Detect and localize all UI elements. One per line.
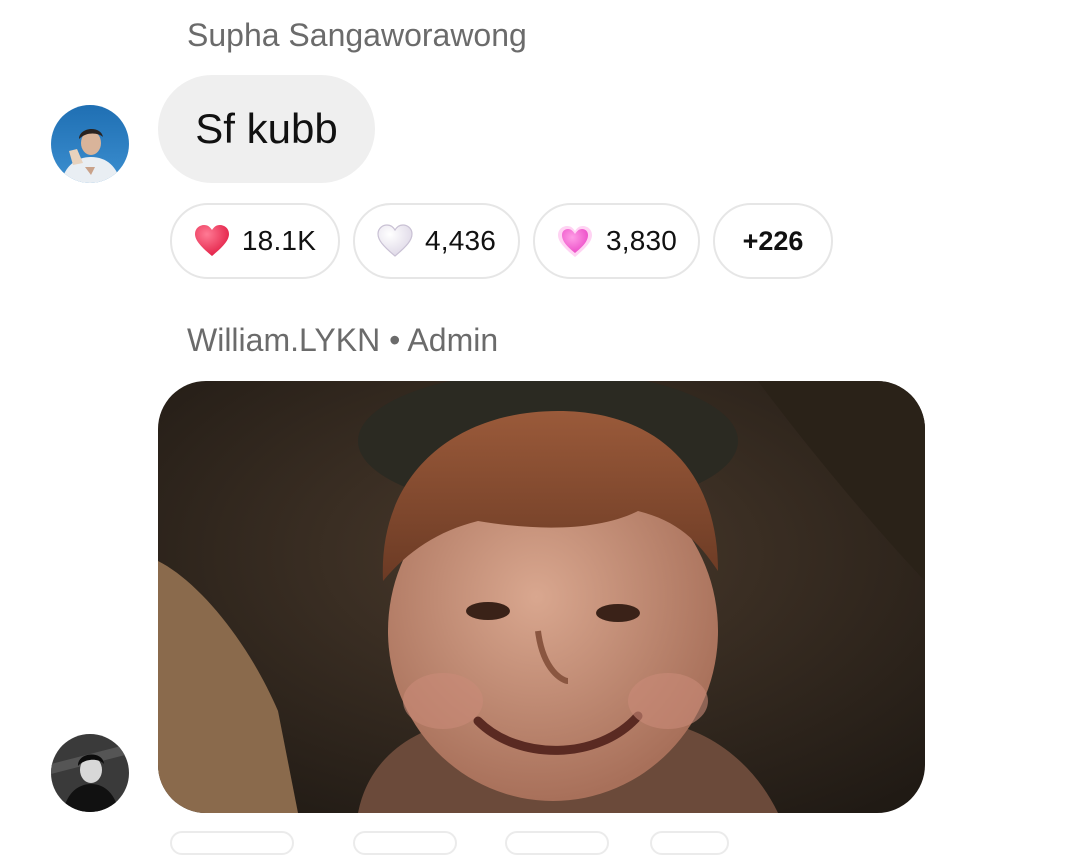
sender-name: William.LYKN • Admin xyxy=(187,322,499,358)
profile-photo-icon xyxy=(51,105,129,183)
more-reactions-button[interactable]: +226 xyxy=(713,203,833,279)
sender-name: Supha Sangaworawong xyxy=(187,17,527,53)
reaction-pink-heart-button[interactable]: 3,830 xyxy=(533,203,700,279)
reaction-count: 4,436 xyxy=(424,225,497,256)
gif-image[interactable] xyxy=(158,381,925,813)
profile-photo-icon xyxy=(51,734,129,812)
gif-image-icon xyxy=(158,381,925,813)
more-reactions-label: +226 xyxy=(742,225,804,256)
avatar[interactable] xyxy=(51,734,129,812)
pink-sparkling-heart-icon xyxy=(557,226,592,257)
reaction-count: 18.1K xyxy=(241,225,317,256)
message-bubble[interactable]: Sf kubb xyxy=(158,75,375,183)
reaction-count: 3,830 xyxy=(605,225,678,256)
white-heart-icon xyxy=(377,224,413,257)
reaction-red-heart-button[interactable]: 18.1K xyxy=(170,203,340,279)
red-heart-icon xyxy=(194,225,229,256)
reaction-white-heart-button[interactable]: 4,436 xyxy=(353,203,520,279)
avatar[interactable] xyxy=(51,105,129,183)
message-text: Sf kubb xyxy=(195,105,338,152)
